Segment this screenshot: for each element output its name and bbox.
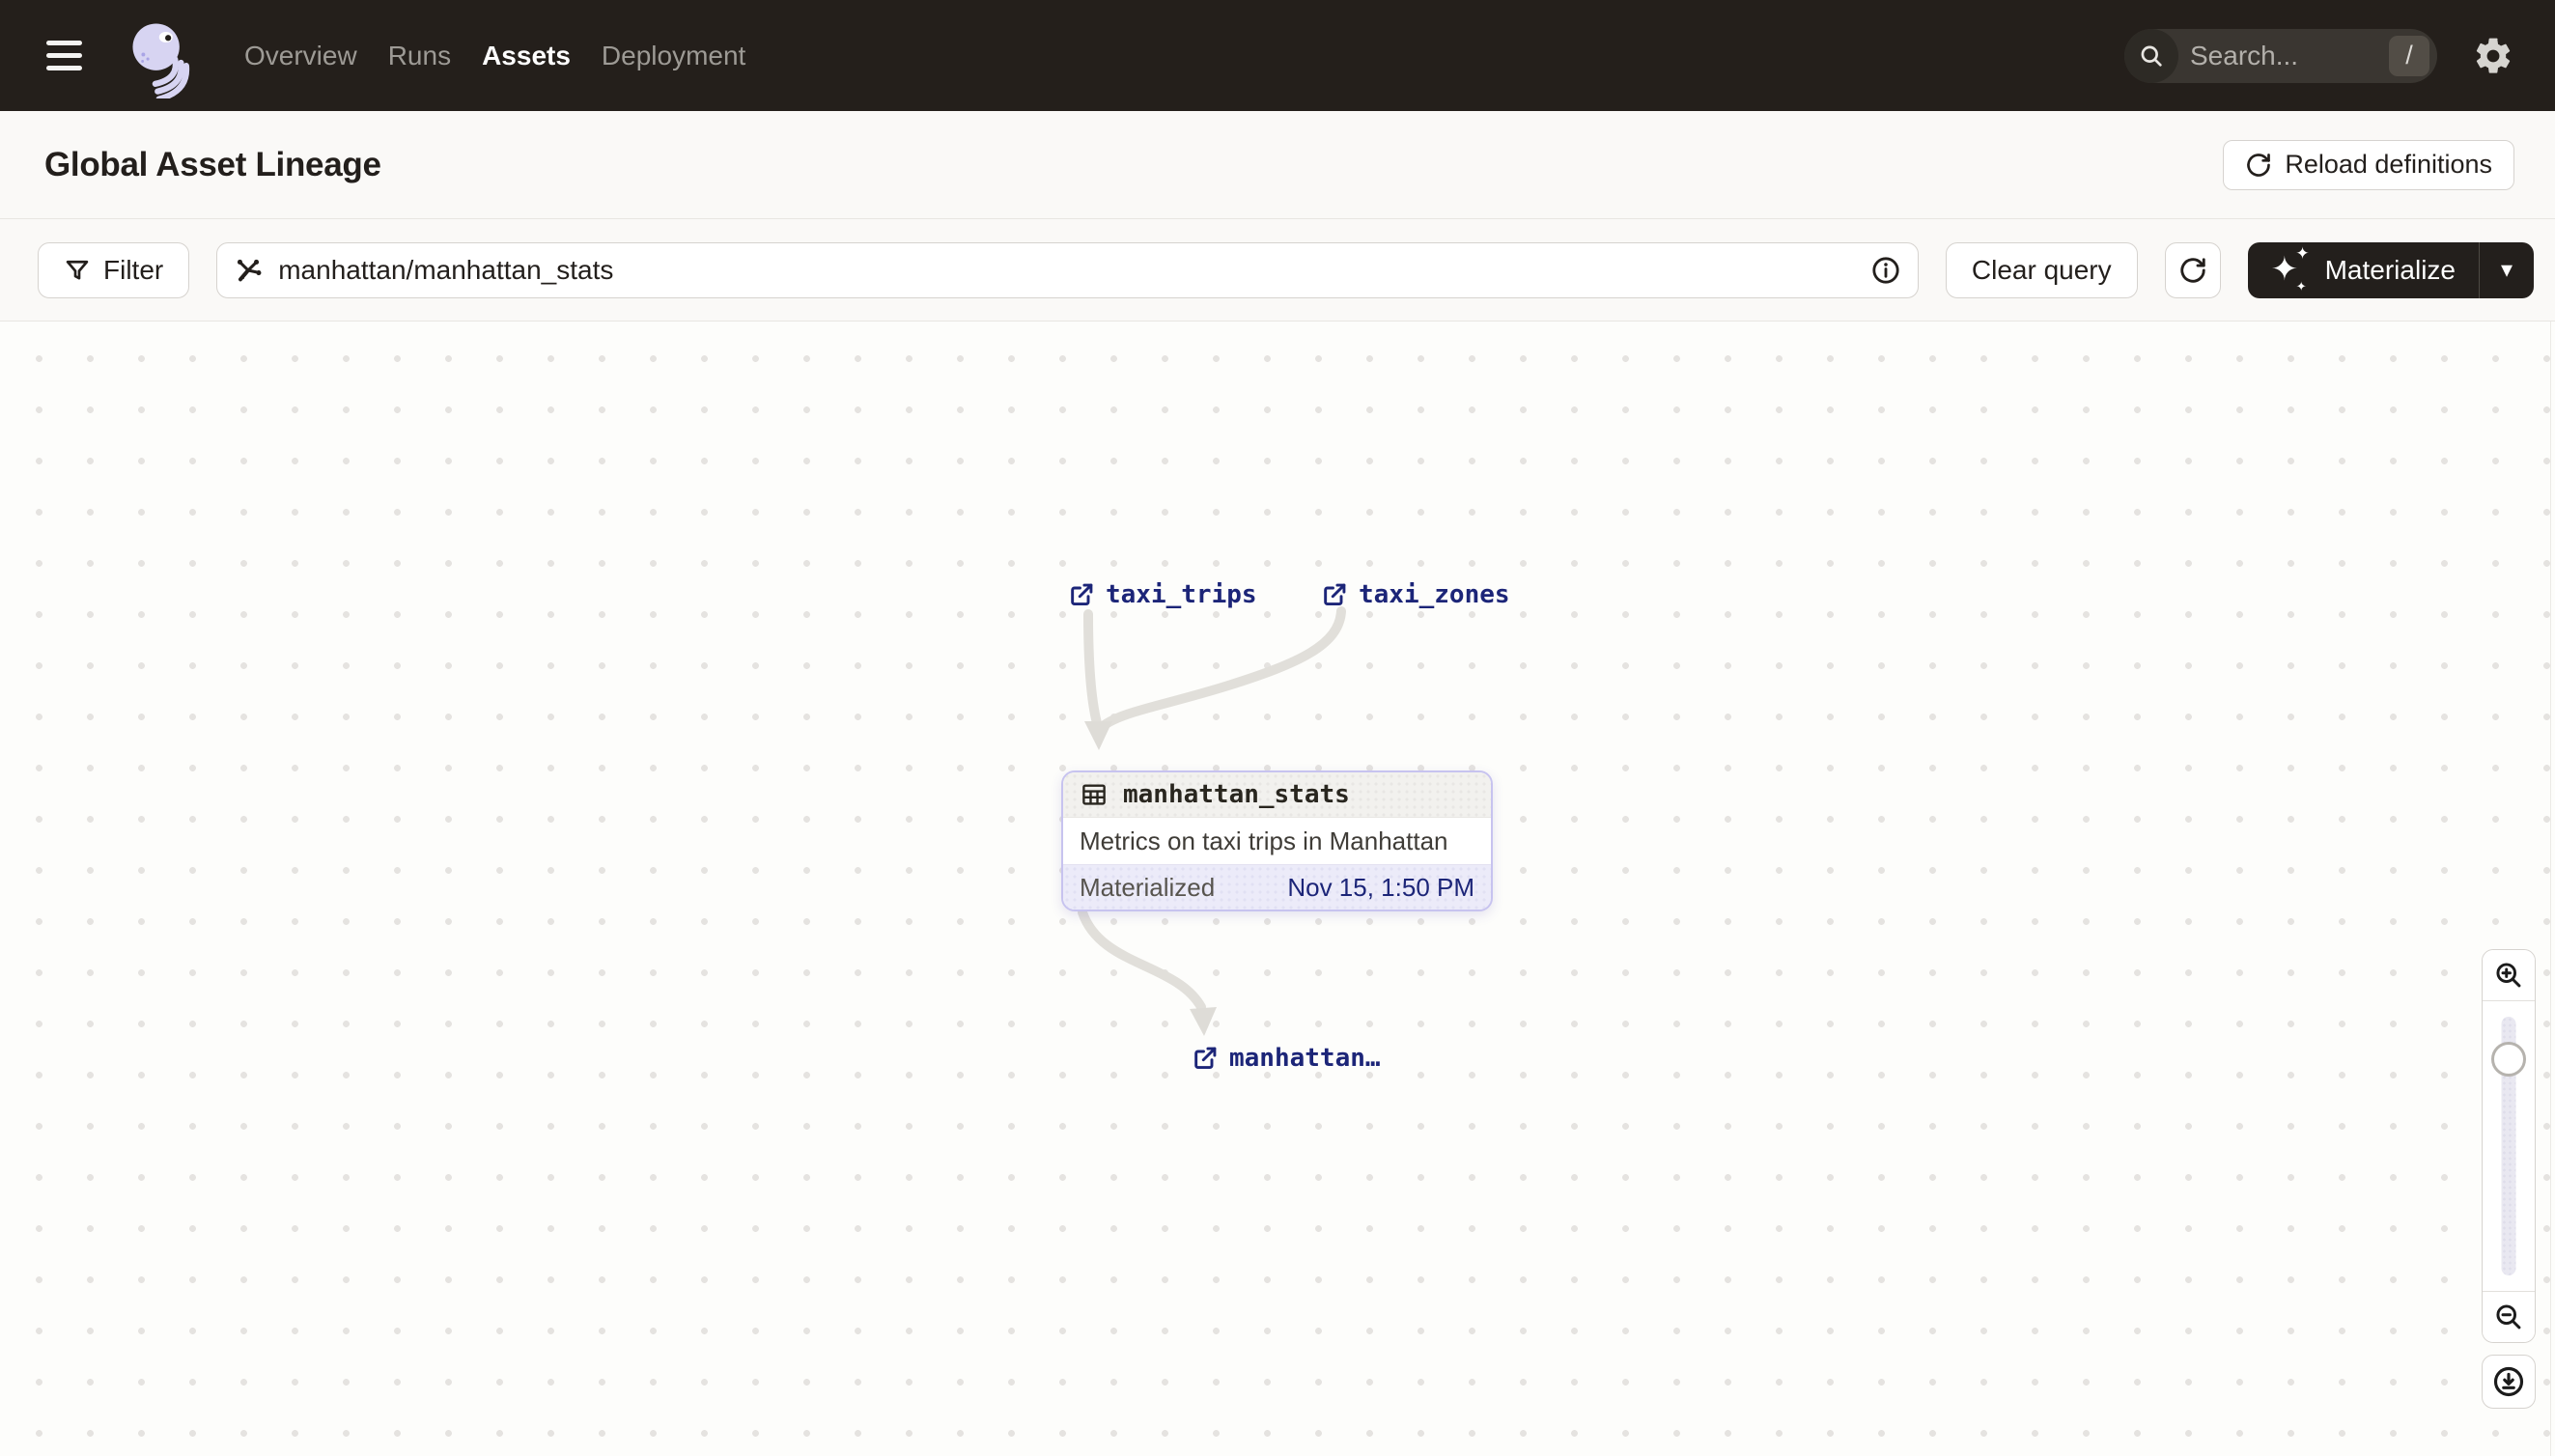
reload-icon	[2247, 153, 2271, 177]
asset-node-label: manhattan…	[1229, 1044, 1381, 1073]
edge-taxi-trips-to-manhattan-stats	[1083, 609, 1102, 728]
top-navbar: Overview Runs Assets Deployment /	[0, 0, 2555, 111]
external-link-icon	[1194, 1047, 1217, 1070]
asset-node-taxi-zones[interactable]: taxi_zones	[1321, 580, 1510, 609]
nav-link-deployment[interactable]: Deployment	[586, 41, 761, 71]
main-nav: Overview Runs Assets Deployment	[229, 41, 761, 71]
clear-query-label: Clear query	[1971, 254, 2112, 285]
arrowhead-into-manhattan-stats	[1084, 721, 1112, 750]
lineage-toolbar: Filter Clear query ✦ ✦ ✦ Mat	[0, 219, 2555, 322]
table-icon	[1082, 784, 1106, 805]
external-link-icon	[1071, 583, 1093, 606]
asset-card-header: manhattan_stats	[1063, 772, 1491, 818]
dagster-logo	[132, 22, 190, 98]
query-info-icon[interactable]	[1869, 254, 1902, 287]
canvas-scrollbar-gutter[interactable]	[2550, 322, 2555, 1456]
search-shortcut-badge: /	[2389, 35, 2429, 76]
materialize-options-button[interactable]: ▾	[2480, 242, 2534, 298]
reload-definitions-label: Reload definitions	[2285, 150, 2492, 179]
edge-taxi-zones-to-manhattan-stats	[1097, 606, 1346, 732]
search-icon	[2124, 28, 2178, 83]
zoom-slider-thumb[interactable]	[2491, 1042, 2526, 1077]
zoom-out-button[interactable]	[2483, 1291, 2535, 1342]
filter-button-label: Filter	[103, 254, 164, 285]
status-label: Materialized	[1080, 872, 1216, 902]
materialize-button[interactable]: ✦ ✦ ✦ Materialize	[2248, 242, 2479, 298]
clear-query-button[interactable]: Clear query	[1945, 241, 2138, 298]
zoom-controls	[2482, 949, 2536, 1343]
filter-funnel-icon	[66, 260, 89, 280]
zoom-slider[interactable]	[2483, 1001, 2535, 1291]
gear-icon	[2476, 38, 2511, 73]
search-input[interactable]	[2190, 40, 2389, 71]
asset-node-label: taxi_zones	[1359, 580, 1510, 609]
sparkle-icon: ✦ ✦ ✦	[2270, 243, 2310, 294]
asset-query-field[interactable]	[216, 241, 1919, 298]
refresh-graph-button[interactable]	[2164, 241, 2221, 298]
global-search[interactable]: /	[2124, 28, 2437, 83]
download-center-icon	[2493, 1366, 2524, 1397]
asset-node-taxi-trips[interactable]: taxi_trips	[1068, 580, 1257, 609]
refresh-icon	[2179, 257, 2205, 283]
status-timestamp: Nov 15, 1:50 PM	[1287, 872, 1474, 902]
edge-manhattan-stats-to-downstream	[1078, 908, 1206, 1012]
nav-link-runs[interactable]: Runs	[373, 41, 466, 71]
asset-card-manhattan-stats[interactable]: manhattan_stats Metrics on taxi trips in…	[1061, 770, 1493, 911]
materialize-split-button: ✦ ✦ ✦ Materialize ▾	[2247, 241, 2534, 298]
recenter-view-button[interactable]	[2482, 1355, 2536, 1409]
graph-selector-icon	[238, 259, 262, 281]
asset-card-description: Metrics on taxi trips in Manhattan	[1063, 818, 1491, 864]
page-title: Global Asset Lineage	[44, 145, 381, 183]
external-link-icon	[1324, 583, 1346, 606]
reload-definitions-button[interactable]: Reload definitions	[2223, 139, 2514, 190]
materialize-label: Materialize	[2324, 254, 2456, 285]
nav-link-assets[interactable]: Assets	[466, 41, 586, 71]
page-header: Global Asset Lineage Reload definitions	[0, 111, 2555, 219]
lineage-canvas[interactable]: taxi_trips taxi_zones manhattan_stats Me…	[0, 322, 2555, 1456]
asset-query-input[interactable]	[278, 254, 1855, 286]
zoom-in-icon	[2496, 963, 2521, 988]
arrowhead-into-downstream	[1190, 1007, 1217, 1036]
asset-card-status-row: Materialized Nov 15, 1:50 PM	[1063, 864, 1491, 910]
asset-node-label: taxi_trips	[1106, 580, 1257, 609]
zoom-out-icon	[2496, 1304, 2521, 1330]
asset-card-name: manhattan_stats	[1123, 780, 1350, 809]
nav-link-overview[interactable]: Overview	[229, 41, 373, 71]
asset-node-manhattan-downstream[interactable]: manhattan…	[1192, 1044, 1381, 1073]
hamburger-menu-icon[interactable]	[44, 35, 84, 76]
filter-button[interactable]: Filter	[38, 241, 190, 298]
settings-button[interactable]	[2472, 35, 2514, 77]
zoom-in-button[interactable]	[2483, 950, 2535, 1001]
caret-down-icon: ▾	[2500, 257, 2513, 283]
